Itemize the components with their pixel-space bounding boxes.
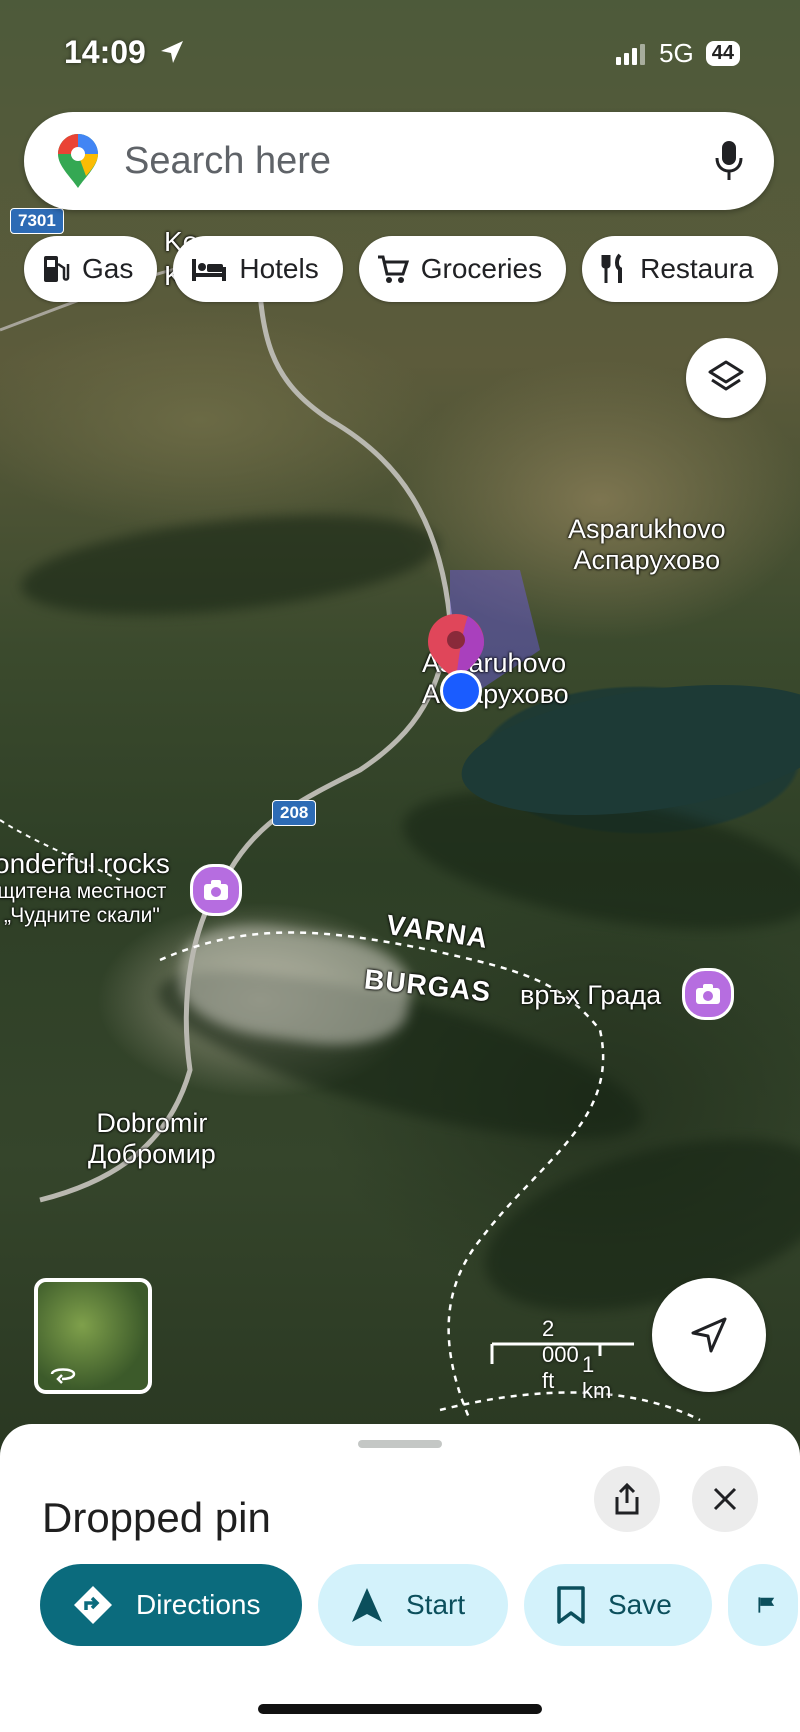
- share-button[interactable]: [594, 1466, 660, 1532]
- map-label-peak[interactable]: връх Града: [520, 980, 661, 1011]
- map-label-asparukhovo[interactable]: Asparukhovo Аспарухово: [568, 514, 726, 576]
- place-sheet[interactable]: Dropped pin Directions Start Save: [0, 1424, 800, 1732]
- chip-hotels[interactable]: Hotels: [173, 236, 343, 302]
- map-label-asparukhovo-bg: Аспарухово: [573, 545, 721, 575]
- microphone-icon[interactable]: [714, 140, 744, 182]
- label-button[interactable]: [728, 1564, 798, 1646]
- road-shield-208: 208: [272, 800, 317, 826]
- rotate-360-icon: [50, 1368, 76, 1384]
- navigation-arrow-icon: [691, 1317, 727, 1353]
- network-type: 5G: [659, 38, 694, 68]
- map-label-dobromir[interactable]: Dobromir Добромир: [88, 1108, 216, 1170]
- share-icon: [615, 1483, 639, 1515]
- road-shield-7301: 7301: [10, 208, 64, 234]
- sheet-drag-handle[interactable]: [358, 1440, 442, 1448]
- search-input[interactable]: Search here: [124, 140, 331, 183]
- map-label-wonderful-rocks[interactable]: onderful rocks щитена местност „Чудните …: [0, 848, 170, 928]
- status-time-text: 14:09: [64, 34, 146, 70]
- close-icon: [713, 1487, 737, 1511]
- bookmark-icon: [557, 1586, 585, 1624]
- action-buttons: Directions Start Save: [40, 1564, 798, 1646]
- camera-poi-icon[interactable]: [190, 864, 242, 916]
- start-label: Start: [406, 1589, 466, 1620]
- directions-icon: [74, 1586, 112, 1624]
- chip-label: Gas: [82, 253, 134, 284]
- status-time: 14:09: [64, 34, 185, 71]
- street-view-thumbnail[interactable]: [34, 1278, 152, 1394]
- place-title: Dropped pin: [42, 1494, 271, 1541]
- map-label-asparukhovo-en: Asparukhovo: [568, 514, 726, 544]
- save-button[interactable]: Save: [524, 1564, 712, 1646]
- map-label-rocks-bg1: щитена местност: [0, 880, 167, 903]
- current-location-dot: [440, 670, 482, 712]
- directions-button[interactable]: Directions: [40, 1564, 302, 1646]
- map-label-dobromir-bg: Добромир: [88, 1139, 216, 1169]
- signal-icon: [616, 43, 646, 65]
- home-indicator[interactable]: [258, 1704, 542, 1714]
- flag-icon: [758, 1597, 775, 1613]
- satellite-map[interactable]: Ko Ko Asparukhovo Аспарухово Asparuhovo …: [0, 0, 800, 1450]
- chip-label: Groceries: [420, 253, 543, 284]
- map-label-rocks-bg2: „Чудните скали": [4, 904, 160, 927]
- location-arrow-icon: [160, 41, 183, 63]
- roads-overlay: [0, 248, 701, 1422]
- close-button[interactable]: [692, 1466, 758, 1532]
- hotel-icon: [192, 259, 227, 281]
- directions-label: Directions: [136, 1589, 261, 1620]
- gas-icon: [44, 256, 70, 282]
- cart-icon: [377, 255, 409, 283]
- status-indicators: 5G 44: [615, 38, 740, 69]
- start-button[interactable]: Start: [318, 1564, 508, 1646]
- battery-icon: 44: [705, 41, 740, 66]
- chip-restaurants[interactable]: Restaura: [582, 236, 778, 302]
- navigation-arrow-icon: [352, 1588, 382, 1622]
- camera-poi-icon[interactable]: [682, 968, 734, 1020]
- search-bar[interactable]: Search here: [24, 112, 774, 210]
- chip-label: Restaura: [640, 253, 754, 284]
- map-label-rocks-en: onderful rocks: [0, 848, 170, 879]
- google-maps-logo-icon: [58, 134, 98, 188]
- status-bar: 14:09 5G 44: [0, 0, 800, 100]
- layers-icon: [708, 360, 744, 391]
- chip-label: Hotels: [239, 253, 319, 284]
- restaurant-icon: [601, 253, 623, 283]
- map-label-dobromir-en: Dobromir: [96, 1108, 208, 1138]
- scale-metric: 1 km: [582, 1352, 612, 1403]
- category-chips: Gas Hotels Groceries Restaura: [24, 236, 800, 302]
- map-layers-button[interactable]: [686, 338, 766, 418]
- my-location-button[interactable]: [652, 1278, 766, 1392]
- chip-groceries[interactable]: Groceries: [358, 236, 567, 302]
- chip-gas[interactable]: Gas: [24, 236, 158, 302]
- save-label: Save: [608, 1589, 672, 1620]
